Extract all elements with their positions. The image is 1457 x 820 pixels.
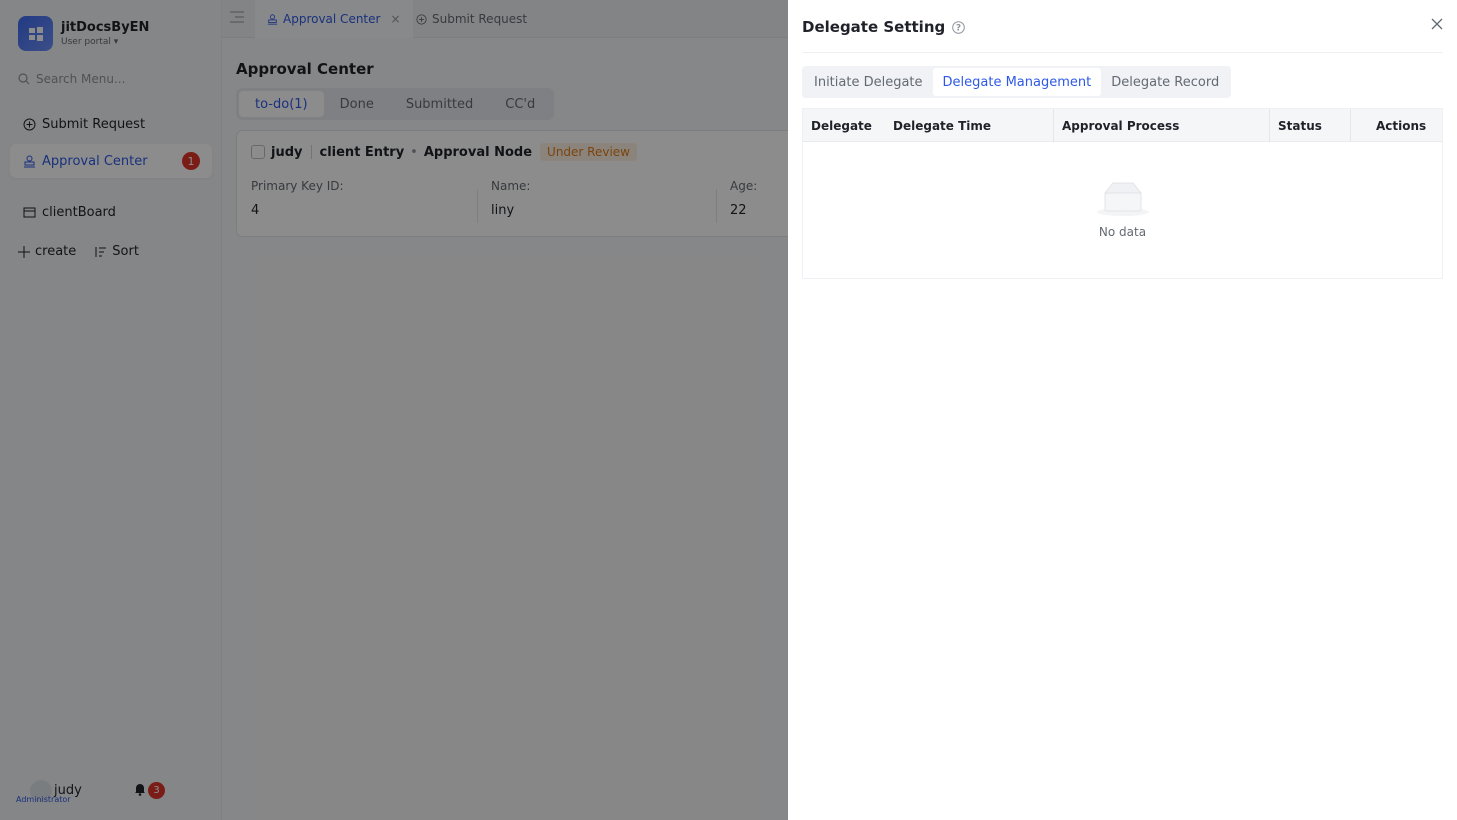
column-header-actions: Actions [1376,118,1427,133]
column-divider [1350,109,1351,142]
tab-initiate-delegate[interactable]: Initiate Delegate [804,68,933,96]
column-header-delegate-time: Delegate Time [893,118,992,133]
modal-overlay[interactable] [0,0,788,820]
column-header-status: Status [1278,118,1322,133]
tab-delegate-record[interactable]: Delegate Record [1101,68,1229,96]
column-header-delegate: Delegate [811,118,872,133]
empty-text: No data [1098,225,1147,239]
delegate-tabs: Initiate Delegate Delegate Management De… [802,66,1232,98]
drawer-title: Delegate Setting [802,18,946,36]
delegate-setting-drawer: Delegate Setting ? Initiate Delegate Del… [788,0,1457,820]
empty-box-icon [1096,182,1149,216]
delegate-table: Delegate Delegate Time Approval Process … [802,108,1443,279]
tab-delegate-management[interactable]: Delegate Management [932,68,1102,96]
empty-state: No data [803,179,1442,239]
help-icon[interactable]: ? [952,20,966,34]
divider [802,52,1443,53]
table-header: Delegate Delegate Time Approval Process … [803,109,1442,142]
svg-text:?: ? [956,23,961,33]
close-icon[interactable] [1431,18,1443,30]
column-header-approval-process: Approval Process [1062,118,1180,133]
